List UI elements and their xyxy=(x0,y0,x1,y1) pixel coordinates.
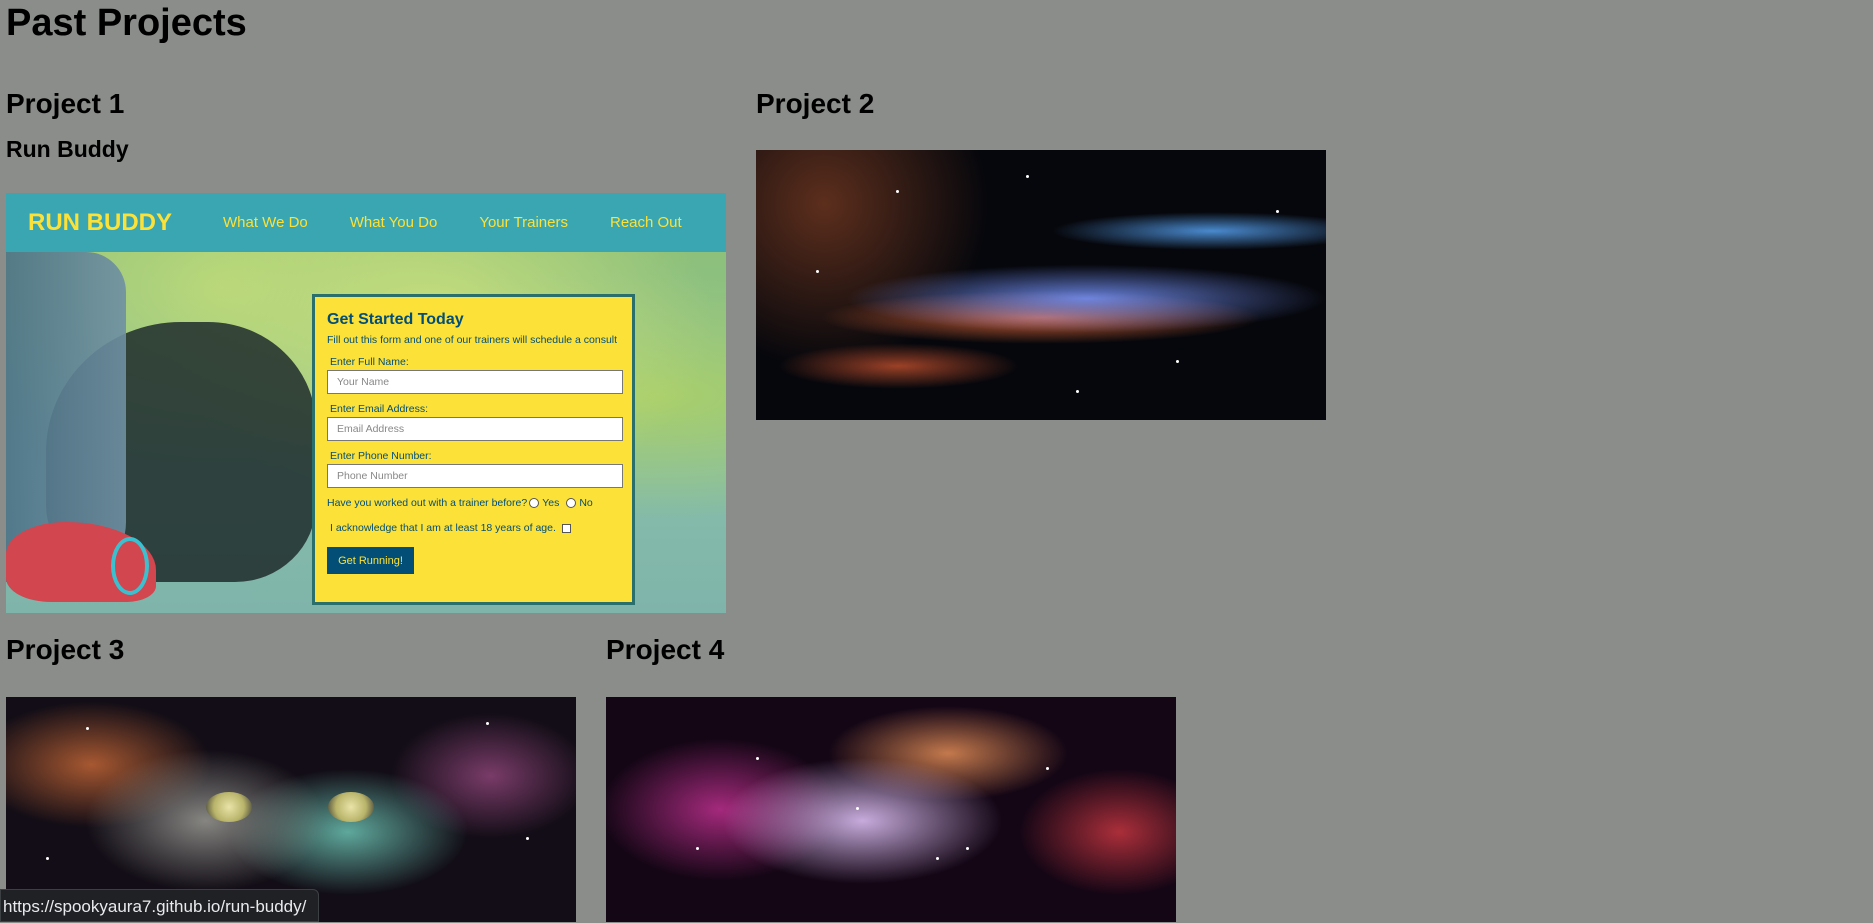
email-placeholder: Email Address xyxy=(337,423,405,435)
age-acknowledgement-text: I acknowledge that I am at least 18 year… xyxy=(330,522,556,534)
trainer-question-text: Have you worked out with a trainer befor… xyxy=(327,497,528,509)
nav-your-trainers: Your Trainers xyxy=(479,214,568,231)
nav-what-you-do: What You Do xyxy=(349,214,438,231)
form-title: Get Started Today xyxy=(327,311,464,328)
star xyxy=(856,807,859,810)
star xyxy=(526,837,529,840)
yes-label: Yes xyxy=(542,497,560,509)
star xyxy=(756,757,759,760)
cat-eye xyxy=(328,792,374,822)
no-radio xyxy=(566,498,577,508)
star xyxy=(1276,210,1279,213)
phone-field: Phone Number xyxy=(327,464,623,488)
page-title: Past Projects xyxy=(6,2,247,44)
star xyxy=(936,857,939,860)
name-field: Your Name xyxy=(327,370,623,394)
star xyxy=(966,847,969,850)
star xyxy=(896,190,899,193)
star xyxy=(486,722,489,725)
yes-radio xyxy=(529,498,540,508)
email-field: Email Address xyxy=(327,417,623,441)
star xyxy=(86,727,89,730)
project-1-heading: Project 1 xyxy=(6,88,125,119)
name-label: Enter Full Name: xyxy=(330,356,409,368)
star xyxy=(696,847,699,850)
project-4-heading: Project 4 xyxy=(606,634,725,665)
no-label: No xyxy=(579,497,593,509)
run-buddy-header: RUN BUDDY What We Do What You Do Your Tr… xyxy=(6,193,726,252)
nav-what-we-do: What We Do xyxy=(223,214,308,231)
star xyxy=(46,857,49,860)
nav-reach-out: Reach Out xyxy=(609,214,682,231)
project-1-subtitle: Run Buddy xyxy=(6,136,129,162)
run-buddy-logo: RUN BUDDY xyxy=(28,208,172,236)
star xyxy=(816,270,819,273)
trainer-question: Have you worked out with a trainer befor… xyxy=(327,497,620,509)
get-started-form: Get Started Today Fill out this form and… xyxy=(312,294,635,605)
project-4-galaxy-image[interactable] xyxy=(606,697,1176,922)
shoelace-image xyxy=(111,537,149,595)
star xyxy=(1176,360,1179,363)
name-placeholder: Your Name xyxy=(337,376,390,388)
phone-label: Enter Phone Number: xyxy=(330,450,432,462)
link-status-bar: https://spookyaura7.github.io/run-buddy/ xyxy=(0,889,320,922)
form-description: Fill out this form and one of our traine… xyxy=(327,334,618,346)
cat-eye xyxy=(206,792,252,822)
project-2-heading: Project 2 xyxy=(756,88,875,119)
email-label: Enter Email Address: xyxy=(330,403,429,415)
star xyxy=(1026,175,1029,178)
run-buddy-project-link[interactable]: RUN BUDDY What We Do What You Do Your Tr… xyxy=(6,193,726,613)
get-running-button: Get Running! xyxy=(327,547,414,574)
star xyxy=(1076,390,1079,393)
phone-placeholder: Phone Number xyxy=(337,470,408,482)
project-3-heading: Project 3 xyxy=(6,634,125,665)
age-acknowledgement: I acknowledge that I am at least 18 year… xyxy=(330,522,620,534)
star xyxy=(1046,767,1049,770)
age-checkbox xyxy=(561,523,571,533)
project-2-nebula-image[interactable] xyxy=(756,150,1326,420)
